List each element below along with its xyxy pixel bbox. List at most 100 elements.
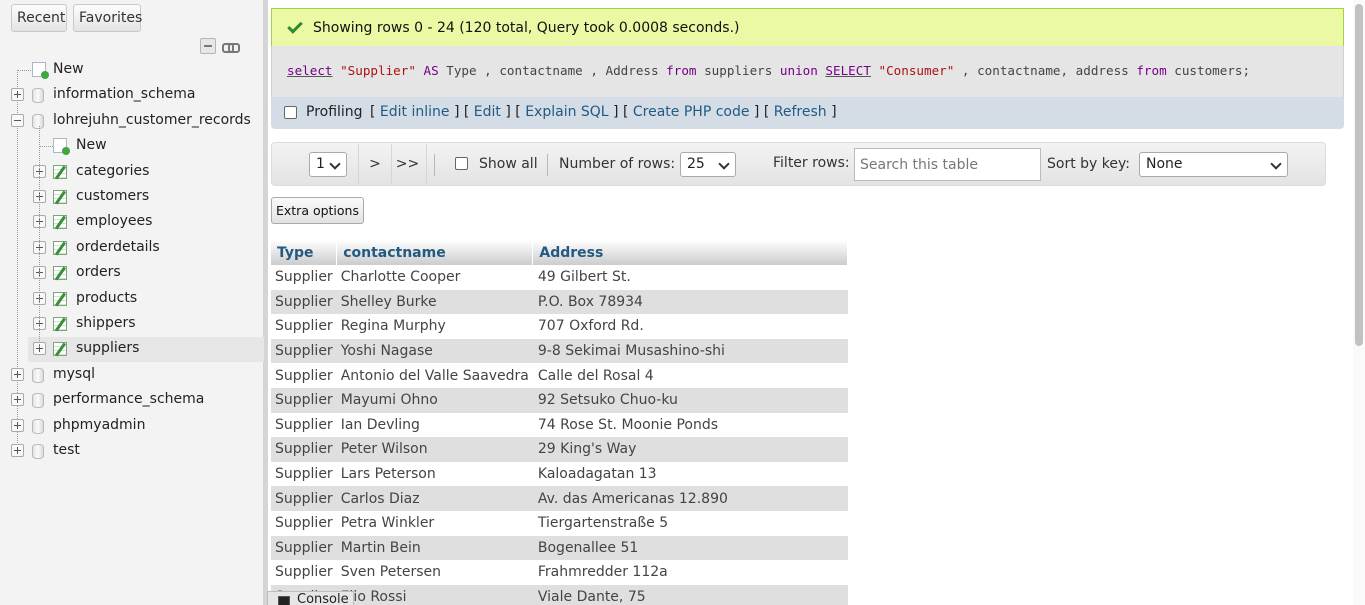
next-page-button[interactable]: > [358,144,392,184]
cell-address[interactable]: Av. das Americanas 12.890 [532,486,848,511]
table-row[interactable]: Supplier Charlotte Cooper 49 Gilbert St. [271,265,848,290]
cell-address[interactable]: Tiergartenstraße 5 [532,510,848,536]
scrollbar-thumb[interactable] [1355,4,1363,346]
cell-address[interactable]: Bogenallee 51 [532,535,848,561]
cell-type[interactable]: Supplier [271,560,337,585]
tree-label[interactable]: New [76,137,107,153]
database-label[interactable]: test [53,442,80,458]
cell-type[interactable]: Supplier [271,535,337,561]
cell-type[interactable]: Supplier [271,363,337,388]
cell-type[interactable]: Supplier [271,314,337,339]
table-row[interactable]: Supplier Martin Bein Bogenallee 51 [271,535,848,561]
table-row[interactable]: Supplier Ian Devling 74 Rose St. Moonie Po… [271,412,848,438]
expand-icon[interactable] [11,88,24,102]
cell-type[interactable]: Supplier [271,510,337,536]
cell-contactname[interactable]: Regina Murphy [336,314,533,339]
table-label[interactable]: customers [76,188,149,204]
table-label[interactable]: suppliers [76,340,139,356]
cell-type[interactable]: Supplier [271,265,337,290]
cell-contactname[interactable]: Lars Peterson [336,461,533,487]
cell-contactname[interactable]: Ian Devling [336,412,533,438]
last-page-button[interactable]: >> [389,144,427,184]
cell-type[interactable]: Supplier [271,387,337,413]
cell-address[interactable]: 92 Setsuko Chuo-ku [532,387,848,413]
cell-address[interactable]: 74 Rose St. Moonie Ponds [532,412,848,438]
number-of-rows-select[interactable]: 25 [680,152,736,177]
cell-contactname[interactable]: Sven Petersen [336,560,533,585]
collapse-all-icon[interactable] [200,38,216,54]
cell-type[interactable]: Supplier [271,412,337,438]
profiling-checkbox[interactable] [284,106,297,119]
sort-by-key-select[interactable]: None [1139,152,1288,177]
expand-icon[interactable] [11,393,24,407]
database-label[interactable]: performance_schema [53,391,204,407]
show-all-checkbox[interactable] [455,157,468,170]
vertical-scrollbar[interactable] [1353,0,1365,605]
table-row[interactable]: Supplier Regina Murphy 707 Oxford Rd. [271,314,848,339]
tree-item-database[interactable]: mysql [0,363,264,388]
cell-address[interactable]: Frahmredder 112a [532,560,848,585]
table-row[interactable]: SupplierElio RossiViale Dante, 75 [271,584,848,605]
table-label[interactable]: products [76,290,137,306]
cell-address[interactable]: 707 Oxford Rd. [532,314,848,339]
cell-contactname[interactable]: Charlotte Cooper [336,265,533,290]
cell-type[interactable]: Supplier [271,461,337,487]
cell-contactname[interactable]: Carlos Diaz [336,486,533,511]
table-row[interactable]: Supplier Lars Peterson Kaloadagatan 13 [271,461,848,487]
table-row[interactable]: Supplier Petra Winkler Tiergartenstraße 5 [271,510,848,536]
database-label[interactable]: information_schema [53,86,196,102]
tree-label[interactable]: New [53,61,84,77]
table-row[interactable]: Supplier Antonio del Valle Saavedra Calle … [271,363,848,388]
recent-tab[interactable]: Recent [11,4,67,32]
table-label[interactable]: orderdetails [76,239,160,255]
tree-item-database[interactable]: phpmyadmin [0,414,264,439]
tree-item-database[interactable]: test [0,439,264,464]
database-label[interactable]: lohrejuhn_customer_records [53,112,251,128]
table-row[interactable]: Supplier Shelley Burke P.O. Box 78934 [271,289,848,315]
table-label[interactable]: employees [76,213,152,229]
column-header-contactname[interactable]: contactname [336,240,534,265]
cell-type[interactable]: Supplier [271,289,337,315]
page-select[interactable]: 1 [309,152,347,177]
table-label[interactable]: shippers [76,315,136,331]
table-row[interactable]: Supplier Sven Petersen Frahmredder 112a [271,560,848,585]
cell-contactname[interactable]: Mayumi Ohno [336,387,533,413]
create-php-code-link[interactable]: Create PHP code [633,104,750,120]
table-row[interactable]: Supplier Mayumi Ohno 92 Setsuko Chuo-ku [271,387,848,413]
cell-contactname[interactable]: Petra Winkler [336,510,533,536]
cell-type[interactable]: Supplier [271,486,337,511]
link-with-main-panel-icon[interactable] [221,38,240,54]
table-label[interactable]: orders [76,264,121,280]
console-tab[interactable]: Console [267,591,354,605]
cell-type[interactable]: Supplier [271,437,337,462]
cell-address[interactable]: Viale Dante, 75 [532,584,848,605]
cell-address[interactable]: Kaloadagatan 13 [532,461,848,487]
tree-item-new[interactable]: New [0,58,264,83]
extra-options-button[interactable]: Extra options [271,197,364,224]
favorites-tab[interactable]: Favorites [73,4,142,32]
cell-address[interactable]: 29 King's Way [532,437,848,462]
expand-icon[interactable] [11,444,24,457]
cell-contactname[interactable]: Elio Rossi [336,584,533,605]
database-label[interactable]: phpmyadmin [53,417,145,433]
cell-address[interactable]: Calle del Rosal 4 [532,363,848,388]
tree-item-database[interactable]: performance_schema [0,388,264,413]
cell-type[interactable]: Supplier [271,338,337,364]
expand-icon[interactable] [11,367,24,381]
refresh-link[interactable]: Refresh [774,104,827,120]
table-label[interactable]: categories [76,163,149,179]
cell-address[interactable]: 9-8 Sekimai Musashino-shi [532,338,848,364]
cell-contactname[interactable]: Peter Wilson [336,437,533,462]
cell-contactname[interactable]: Martin Bein [336,535,533,561]
table-row[interactable]: Supplier Peter Wilson 29 King's Way [271,437,848,462]
edit-link[interactable]: Edit [474,104,501,120]
cell-contactname[interactable]: Shelley Burke [336,289,533,315]
edit-inline-link[interactable]: Edit inline [380,104,450,120]
cell-address[interactable]: P.O. Box 78934 [532,289,848,315]
tree-item-database[interactable]: information_schema [0,83,264,108]
cell-contactname[interactable]: Antonio del Valle Saavedra [336,363,533,388]
column-header-address[interactable]: Address [532,240,849,265]
tree-item-table[interactable]: suppliers [28,337,264,363]
cell-address[interactable]: 49 Gilbert St. [532,265,848,290]
column-header-type[interactable]: Type [271,240,338,265]
